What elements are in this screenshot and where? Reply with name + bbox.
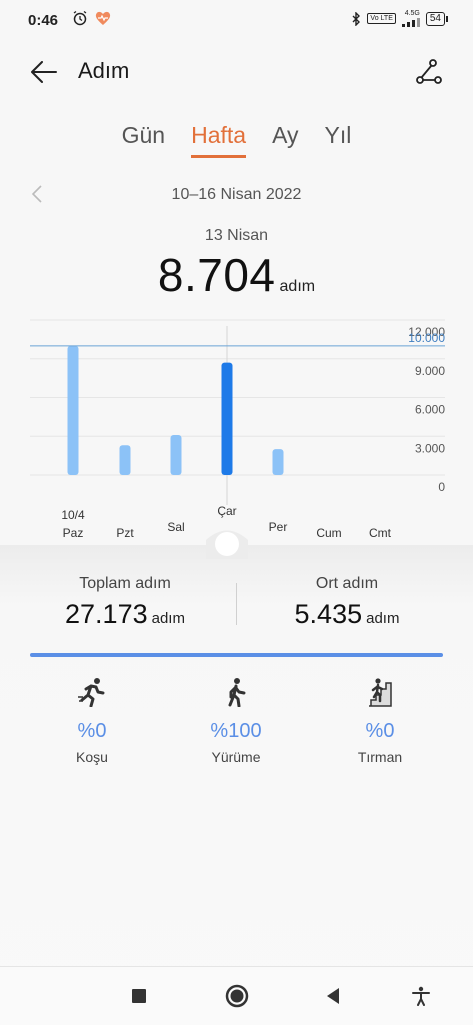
chart-bar[interactable] [119,445,131,475]
average-steps-value: 5.435 [294,599,363,629]
chart-bar[interactable] [272,449,284,475]
selected-steps: 8.704 adım [0,248,473,302]
status-right-icons: Vo LTE 4.5G 54 [351,10,449,27]
status-notification-icons [72,10,112,26]
running-icon [78,678,105,707]
activity-running: %0 Koşu [22,676,162,765]
activity-progress-bar [30,653,443,657]
walking-percent: %100 [210,720,262,742]
tab-day[interactable]: Gün [122,122,165,158]
back-arrow-icon [31,61,57,83]
y-tick-label: 0 [438,480,445,494]
accessibility-button[interactable] [406,981,436,1011]
recent-apps-button[interactable] [124,981,154,1011]
climbing-label: Tırman [357,749,403,765]
tab-year[interactable]: Yıl [325,122,352,158]
bluetooth-icon [352,11,361,26]
battery-indicator: 54 [425,11,449,26]
climbing-icon [369,678,392,707]
total-steps-block: Toplam adım 27.173 adım [28,575,222,630]
x-tick-label[interactable]: Çar [217,504,236,518]
chart-bar[interactable] [170,434,182,475]
chart-bar[interactable] [221,362,233,475]
average-steps-block: Ort adım 5.435 adım [250,575,444,630]
climbing-percent: %0 [365,720,395,742]
running-percent: %0 [77,720,107,742]
x-date-label: 10/4 [61,508,85,522]
x-tick-label[interactable]: Cmt [369,526,392,540]
back-button[interactable] [26,54,62,90]
chart-scrubber-handle[interactable] [206,525,248,559]
share-button[interactable] [411,54,447,90]
running-label: Koşu [76,749,108,765]
accessibility-icon [412,986,430,1006]
walking-label: Yürüme [211,749,261,765]
walking-icon [228,678,246,707]
weekly-steps-chart[interactable]: 03.0006.0009.00012.00010.00010/4Paz Pzt Sa… [0,300,473,550]
volte-badge: Vo LTE [367,13,396,24]
x-tick-label[interactable]: Sal [167,520,184,534]
x-tick-label[interactable]: Paz [63,526,84,540]
goal-label: 10.000 [408,331,445,345]
average-steps-unit: adım [366,610,400,627]
circle-icon [225,984,249,1008]
summary-divider [236,583,237,625]
date-range: 10–16 Nisan 2022 [171,186,302,203]
x-tick-label[interactable]: Cum [316,526,341,540]
signal-icon [401,18,420,27]
average-steps-label: Ort adım [315,575,379,592]
alarm-icon [73,10,87,26]
total-steps-value: 27.173 [65,599,148,629]
home-button[interactable] [222,981,252,1011]
y-tick-label: 3.000 [415,441,445,455]
period-tabs: Gün Hafta Ay Yıl [0,122,473,158]
chart-bar[interactable] [67,345,79,475]
x-tick-label[interactable]: Per [269,520,288,534]
back-nav-button[interactable] [318,981,348,1011]
total-steps-unit: adım [151,610,185,627]
tab-month[interactable]: Ay [272,122,298,158]
x-tick-label[interactable]: Pzt [116,526,134,540]
y-tick-label: 6.000 [415,403,445,417]
tab-week[interactable]: Hafta [191,122,247,158]
square-icon [132,989,146,1003]
activity-climbing: %0 Tırman [310,676,450,765]
system-navigation-bar [0,966,473,1025]
page-title: Adım [78,58,130,83]
y-tick-label: 9.000 [415,364,445,378]
health-heart-icon [95,11,111,25]
selected-steps-value: 8.704 [157,249,276,301]
selected-steps-unit: adım [279,278,316,295]
status-time: 0:46 [28,12,59,29]
share-icon [416,59,442,84]
network-type: 4.5G [404,10,420,17]
triangle-back-icon [327,988,339,1004]
total-steps-label: Toplam adım [79,575,171,592]
selected-date: 13 Nisan [204,227,269,244]
activity-walking: %100 Yürüme [166,676,306,765]
